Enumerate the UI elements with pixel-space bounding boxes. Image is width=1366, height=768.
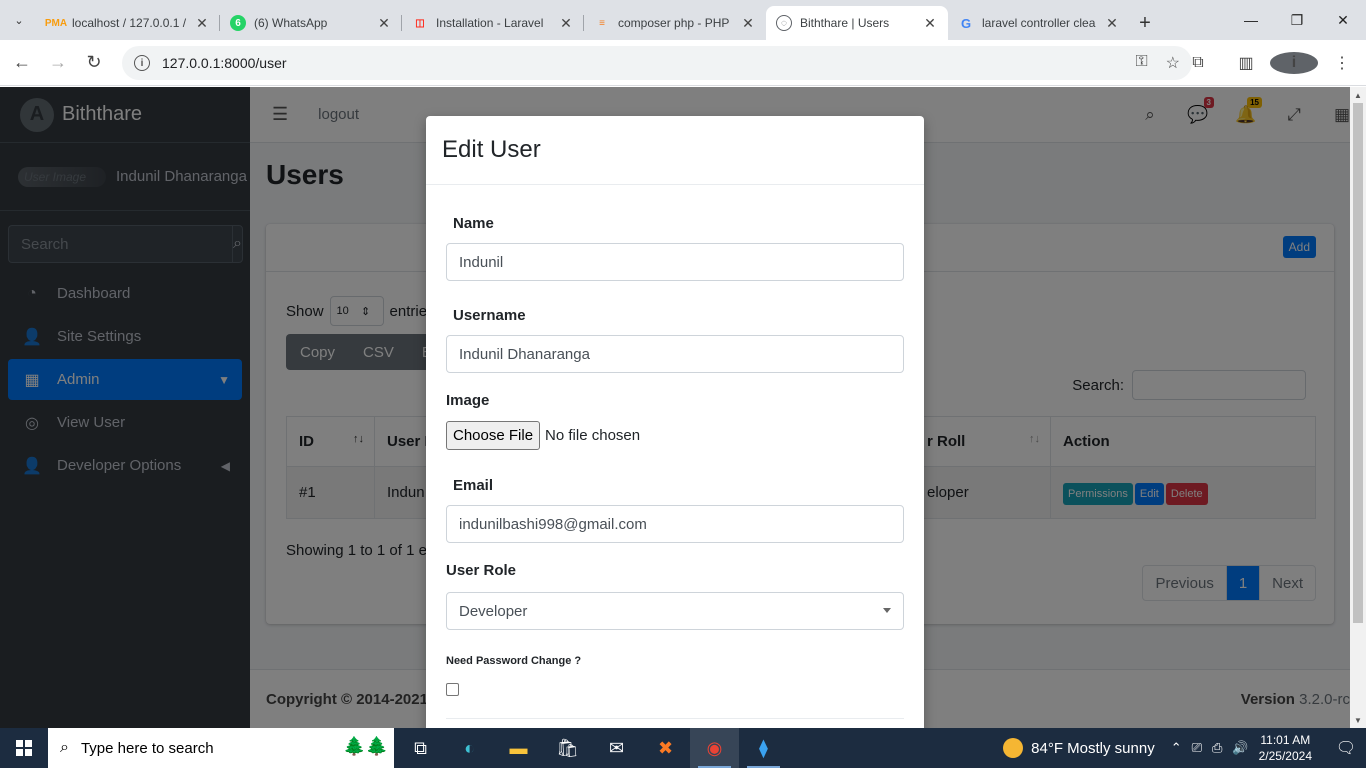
username-value: Indunil Dhanaranga <box>459 345 590 363</box>
user-role-label: User Role <box>446 562 517 579</box>
reload-icon[interactable]: ↻ <box>76 45 112 81</box>
edge-icon[interactable]: ◐ <box>445 728 494 768</box>
taskbar-search-placeholder: Type here to search <box>80 739 214 757</box>
tab-search-chevron-icon[interactable]: ⌄ <box>0 0 38 40</box>
password-change-checkbox[interactable] <box>446 683 459 696</box>
forward-arrow-icon[interactable]: → <box>40 45 76 81</box>
page-viewport: A Biththare User Image Indunil Dhanarang… <box>0 87 1366 728</box>
no-file-text: No file chosen <box>545 427 641 444</box>
system-tray: 84°F Mostly sunny ⌃ ⎚ ⎙ 🔊 11:01 AM 2/25/… <box>1003 732 1366 764</box>
side-panel-icon[interactable]: ▥ <box>1222 53 1270 73</box>
edit-user-modal: Edit User Name Indunil Username Indunil … <box>426 116 924 728</box>
volume-icon[interactable]: 🔊 <box>1232 740 1248 756</box>
chrome-icon[interactable]: ◉ <box>690 728 739 768</box>
browser-tab[interactable]: ◫ Installation - Laravel ✕ <box>402 6 584 40</box>
address-bar[interactable]: i 127.0.0.1:8000/user ⚿ ☆ <box>122 46 1192 80</box>
stackoverflow-icon: ≡ <box>599 17 605 29</box>
notifications-icon[interactable]: 🗨 <box>1326 738 1366 758</box>
close-window-icon[interactable]: ✕ <box>1320 0 1366 40</box>
close-icon[interactable]: ✕ <box>376 15 392 32</box>
kebab-menu-icon[interactable]: ⋮ <box>1318 53 1366 73</box>
close-icon[interactable]: ✕ <box>194 15 210 32</box>
page-scrollbar[interactable]: ▲ ▼ <box>1350 87 1366 728</box>
modal-divider <box>446 718 904 719</box>
sun-cloud-icon <box>1003 738 1024 758</box>
username-field[interactable]: Indunil Dhanaranga <box>446 335 904 373</box>
restore-icon[interactable]: ❐ <box>1274 0 1320 40</box>
browser-tab[interactable]: G laravel controller clea ✕ <box>948 6 1130 40</box>
clock[interactable]: 11:01 AM 2/25/2024 <box>1259 732 1312 764</box>
whatsapp-icon: 6 <box>230 15 246 31</box>
minimize-icon[interactable]: — <box>1228 0 1274 40</box>
mail-icon[interactable]: ✉ <box>592 728 641 768</box>
weather-text: 84°F Mostly sunny <box>1031 739 1155 757</box>
name-value: Indunil <box>459 253 504 271</box>
chevron-down-icon <box>883 608 891 613</box>
key-icon[interactable]: ⚿ <box>1135 53 1147 73</box>
site-info-icon[interactable]: i <box>134 55 150 71</box>
user-role-select[interactable]: Developer <box>446 592 904 630</box>
image-label: Image <box>446 392 490 409</box>
search-icon: ⌕ <box>60 739 69 756</box>
tab-title: Installation - Laravel <box>436 16 544 30</box>
close-icon[interactable]: ✕ <box>1104 15 1120 32</box>
name-label: Name <box>453 215 494 232</box>
weather-widget[interactable]: 84°F Mostly sunny <box>1003 738 1155 758</box>
tab-title: Biththare | Users <box>800 16 890 30</box>
network-icon[interactable]: ⎙ <box>1212 740 1222 756</box>
xampp-icon[interactable]: ✖ <box>641 728 690 768</box>
task-view-icon[interactable]: ⧉ <box>396 728 445 768</box>
new-tab-plus-icon[interactable]: + <box>1130 6 1160 40</box>
tab-title: composer php - PHP <box>618 16 730 30</box>
google-icon: G <box>960 15 972 31</box>
globe-icon: ◌ <box>776 15 792 31</box>
email-field[interactable]: indunilbashi998@gmail.com <box>446 505 904 543</box>
browser-tab[interactable]: PMA localhost / 127.0.0.1 / ✕ <box>38 6 220 40</box>
store-icon[interactable]: 🛍 <box>543 728 592 768</box>
scroll-up-arrow-icon[interactable]: ▲ <box>1350 87 1366 103</box>
browser-tab-active[interactable]: ◌ Biththare | Users ✕ <box>766 6 948 40</box>
modal-title: Edit User <box>426 116 924 185</box>
scrollbar-thumb[interactable] <box>1353 103 1363 623</box>
chevron-up-icon[interactable]: ⌃ <box>1171 740 1182 756</box>
clock-date: 2/25/2024 <box>1258 749 1312 763</box>
tab-title: localhost / 127.0.0.1 / <box>72 16 187 30</box>
name-field[interactable]: Indunil <box>446 243 904 281</box>
phpmyadmin-icon: PMA <box>44 17 68 29</box>
password-change-label: Need Password Change ? <box>446 655 582 667</box>
back-arrow-icon[interactable]: ← <box>4 45 40 81</box>
browser-tab[interactable]: 6 (6) WhatsApp ✕ <box>220 6 402 40</box>
trees-search-highlight-icon: 🌲🌲 <box>343 736 388 756</box>
profile-avatar[interactable]: i <box>1270 52 1318 74</box>
extensions-puzzle-icon[interactable]: ⧉ <box>1174 54 1222 72</box>
close-icon[interactable]: ✕ <box>922 15 938 32</box>
scroll-down-arrow-icon[interactable]: ▼ <box>1350 712 1366 728</box>
clock-time: 11:01 AM <box>1260 733 1311 747</box>
tab-title: (6) WhatsApp <box>254 16 328 30</box>
tab-title: laravel controller clea <box>982 16 1096 30</box>
user-role-value: Developer <box>459 602 528 620</box>
file-explorer-icon[interactable]: ▬ <box>494 728 543 768</box>
username-label: Username <box>453 307 526 324</box>
windows-taskbar: ⌕ Type here to search 🌲🌲 ⧉ ◐ ▬ 🛍 ✉ ✖ ◉ ⧫… <box>0 728 1366 768</box>
image-file-input[interactable]: Choose File No file chosen <box>446 421 640 450</box>
close-icon[interactable]: ✕ <box>558 15 574 32</box>
browser-tab-strip: ⌄ PMA localhost / 127.0.0.1 / ✕ 6 (6) Wh… <box>0 0 1366 40</box>
choose-file-button[interactable]: Choose File <box>446 421 541 450</box>
windows-start-icon[interactable] <box>0 740 48 756</box>
email-label: Email <box>453 477 494 494</box>
laravel-icon: ◫ <box>415 17 425 29</box>
close-icon[interactable]: ✕ <box>740 15 756 32</box>
browser-tab[interactable]: ≡ composer php - PHP ✕ <box>584 6 766 40</box>
email-value: indunilbashi998@gmail.com <box>459 515 647 533</box>
vscode-icon[interactable]: ⧫ <box>739 728 788 768</box>
taskbar-apps: ⧉ ◐ ▬ 🛍 ✉ ✖ ◉ ⧫ <box>396 728 788 768</box>
browser-toolbar: ← → ↻ i 127.0.0.1:8000/user ⚿ ☆ ⧉ ▥ i ⋮ <box>0 40 1366 86</box>
url-text[interactable]: 127.0.0.1:8000/user <box>162 55 287 71</box>
taskbar-search[interactable]: ⌕ Type here to search 🌲🌲 <box>48 728 394 768</box>
meet-now-icon[interactable]: ⎚ <box>1192 740 1202 756</box>
